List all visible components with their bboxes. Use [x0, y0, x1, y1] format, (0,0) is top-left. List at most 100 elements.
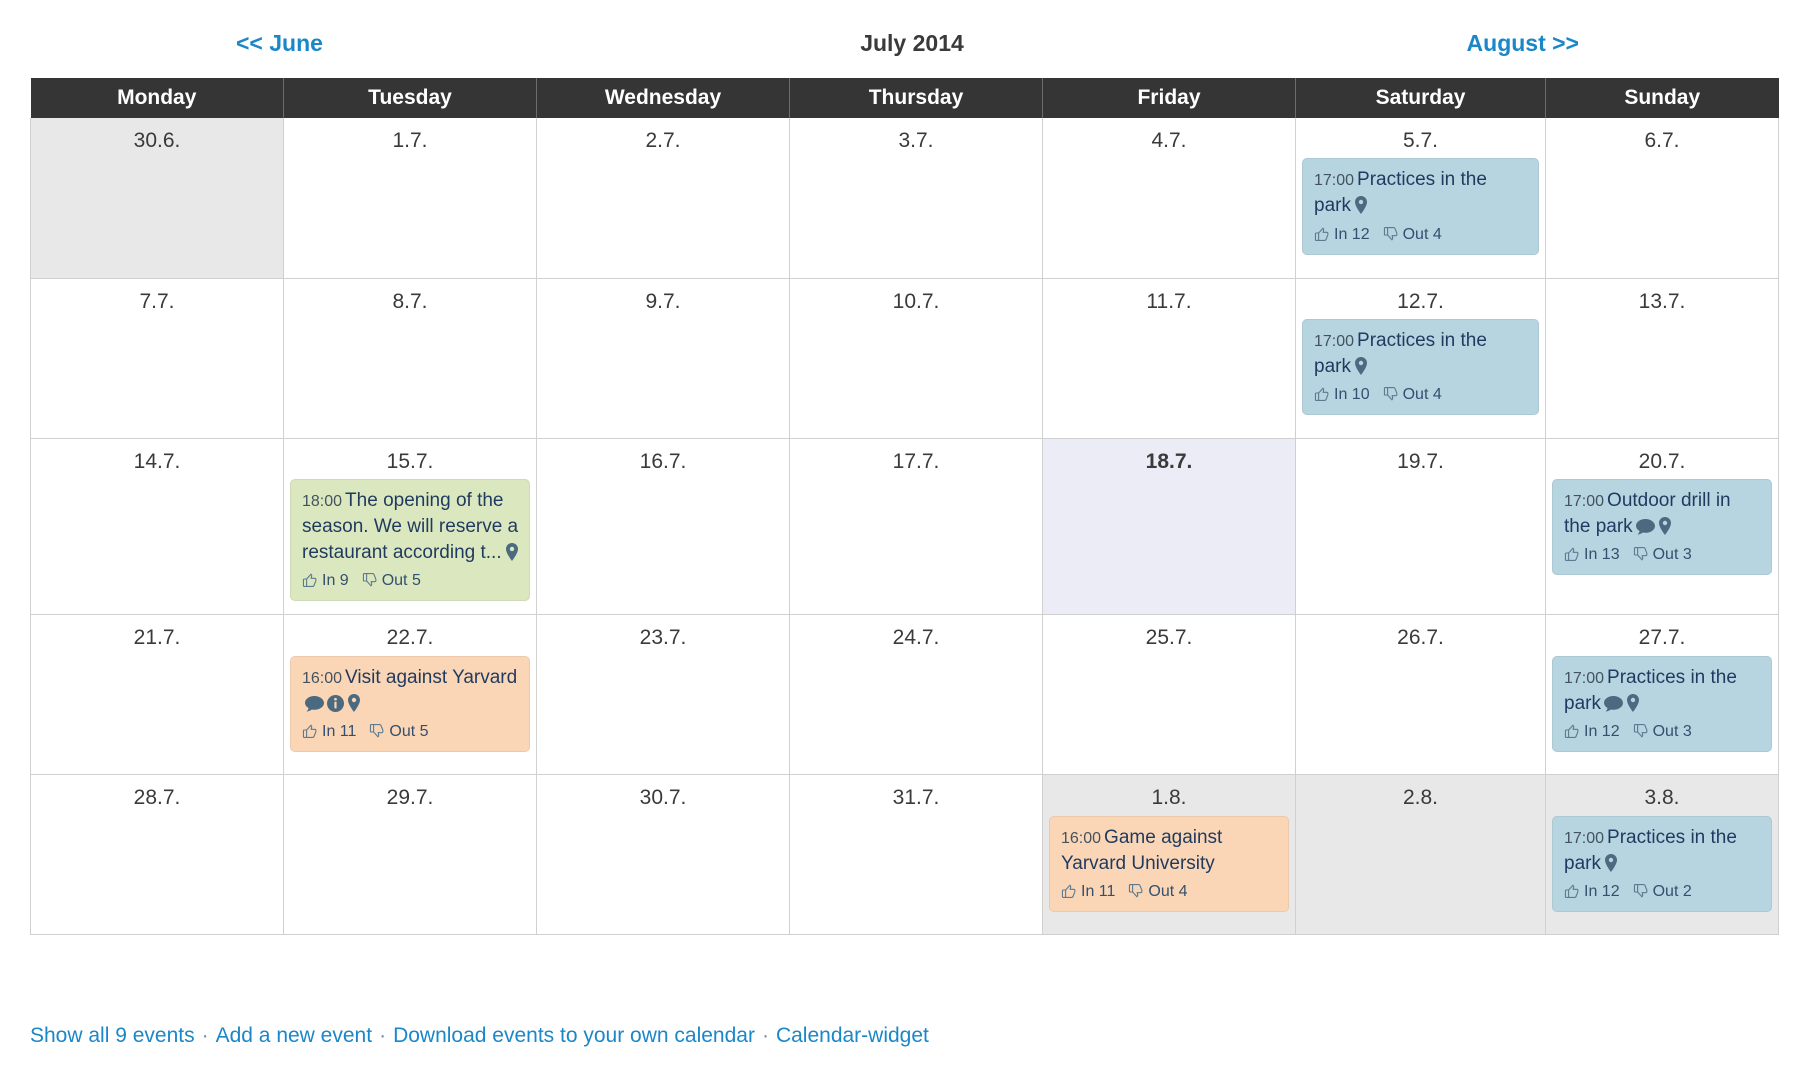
day-cell[interactable]: 26.7.: [1295, 614, 1546, 776]
day-cell[interactable]: 28.7.: [30, 774, 284, 936]
attending-in[interactable]: In 12: [1314, 224, 1370, 246]
day-cell[interactable]: 30.7.: [536, 774, 790, 936]
day-events: [1043, 155, 1295, 166]
thumbs-down-icon: [369, 723, 389, 740]
day-cell[interactable]: 14.7.: [30, 438, 284, 616]
day-cell[interactable]: 21.7.: [30, 614, 284, 776]
event-icons: [1601, 853, 1618, 874]
day-number: 28.7.: [133, 786, 181, 810]
attending-out[interactable]: Out 3: [1633, 544, 1692, 566]
next-month-link[interactable]: August >>: [1467, 30, 1579, 57]
thumbs-up-icon: [1314, 226, 1334, 243]
day-cell[interactable]: 5.7. 17:00 Practices in the park In 12 Out 4: [1295, 118, 1546, 279]
thumbs-up-icon: [1564, 546, 1584, 563]
day-cell[interactable]: 18.7.: [1042, 438, 1296, 616]
day-events: 17:00 Practices in the park In 10 Out 4: [1296, 316, 1545, 429]
day-number: 7.7.: [139, 289, 175, 313]
day-cell[interactable]: 17.7.: [789, 438, 1043, 616]
day-cell[interactable]: 22.7. 16:00 Visit against Yarvard In 11 Out …: [283, 614, 537, 776]
attending-in[interactable]: In 9: [302, 570, 349, 592]
footer-link-3[interactable]: Calendar-widget: [776, 1024, 929, 1047]
weekday-label: Friday: [1137, 86, 1201, 109]
attending-in[interactable]: In 10: [1314, 384, 1370, 406]
day-number: 11.7.: [1146, 289, 1192, 313]
day-cell[interactable]: 13.7.: [1545, 278, 1779, 439]
day-cell[interactable]: 25.7.: [1042, 614, 1296, 776]
day-number: 22.7.: [386, 626, 434, 650]
day-cell[interactable]: 3.8. 17:00 Practices in the park In 12 Out 2: [1545, 774, 1779, 936]
day-cell[interactable]: 15.7. 18:00 The opening of the season. We …: [283, 438, 537, 616]
event-card[interactable]: 16:00 Game against Yarvard University In 1…: [1049, 815, 1289, 913]
day-events: [1296, 813, 1545, 824]
day-cell[interactable]: 20.7. 17:00 Outdoor drill in the park In 13…: [1545, 438, 1779, 616]
event-card[interactable]: 17:00 Outdoor drill in the park In 13 Out 3: [1552, 478, 1772, 576]
thumbs-down-icon: [1383, 226, 1403, 243]
day-number: 2.8.: [1402, 786, 1439, 810]
day-cell[interactable]: 8.7.: [283, 278, 537, 439]
attending-out[interactable]: Out 5: [362, 570, 421, 592]
footer-link-2[interactable]: Download events to your own calendar: [393, 1024, 755, 1047]
footer-link-0[interactable]: Show all 9 events: [30, 1024, 195, 1047]
attending-in[interactable]: In 11: [302, 721, 356, 743]
event-headline: 17:00 Practices in the park: [1564, 825, 1761, 877]
event-icons: [1351, 195, 1368, 216]
day-cell[interactable]: 3.7.: [789, 118, 1043, 279]
day-number: 15.7.: [386, 449, 434, 473]
day-cell[interactable]: 1.7.: [283, 118, 537, 279]
day-events: [31, 813, 283, 824]
attending-in[interactable]: In 12: [1564, 721, 1620, 743]
day-cell[interactable]: 24.7.: [789, 614, 1043, 776]
attending-out[interactable]: Out 3: [1633, 721, 1692, 743]
day-cell[interactable]: 11.7.: [1042, 278, 1296, 439]
day-number: 30.7.: [639, 786, 687, 810]
event-icons: [1633, 516, 1672, 537]
day-cell[interactable]: 23.7.: [536, 614, 790, 776]
event-card[interactable]: 17:00 Practices in the park In 10 Out 4: [1302, 318, 1539, 416]
event-card[interactable]: 17:00 Practices in the park In 12 Out 4: [1302, 158, 1539, 255]
attending-out[interactable]: Out 4: [1383, 224, 1442, 246]
day-number: 17.7.: [892, 449, 940, 473]
week-row: 21.7. 22.7. 16:00 Visit against Yarvard In 1…: [30, 614, 1779, 776]
day-number: 12.7.: [1397, 289, 1444, 313]
event-time: 18:00: [302, 492, 343, 510]
event-attendance: In 12 Out 4: [1314, 224, 1528, 246]
out-count: 3: [1682, 723, 1692, 741]
day-cell[interactable]: 19.7.: [1295, 438, 1546, 616]
day-cell[interactable]: 10.7.: [789, 278, 1043, 439]
attending-in[interactable]: In 12: [1564, 881, 1620, 903]
event-card[interactable]: 16:00 Visit against Yarvard In 11 Out 5: [290, 655, 530, 753]
attending-out[interactable]: Out 4: [1128, 881, 1188, 903]
in-count: 9: [339, 572, 349, 590]
day-cell[interactable]: 1.8. 16:00 Game against Yarvard University…: [1042, 774, 1296, 936]
attending-in[interactable]: In 13: [1564, 544, 1620, 566]
day-cell[interactable]: 16.7.: [536, 438, 790, 616]
day-cell[interactable]: 6.7.: [1545, 118, 1779, 279]
event-card[interactable]: 17:00 Practices in the park In 12 Out 3: [1552, 655, 1772, 753]
event-card[interactable]: 17:00 Practices in the park In 12 Out 2: [1552, 815, 1772, 913]
thumbs-up-icon: [1564, 723, 1584, 740]
day-cell[interactable]: 27.7. 17:00 Practices in the park In 12 Out …: [1545, 614, 1779, 776]
day-cell[interactable]: 7.7.: [30, 278, 284, 439]
event-card[interactable]: 18:00 The opening of the season. We will …: [290, 478, 530, 602]
day-events: [537, 316, 789, 327]
attending-in[interactable]: In 11: [1061, 881, 1115, 903]
day-events: 16:00 Game against Yarvard University In 1…: [1043, 813, 1295, 926]
day-cell[interactable]: 30.6.: [30, 118, 284, 279]
day-cell[interactable]: 29.7.: [283, 774, 537, 936]
day-cell[interactable]: 2.8.: [1295, 774, 1546, 936]
day-cell[interactable]: 2.7.: [536, 118, 790, 279]
attending-out[interactable]: Out 2: [1633, 881, 1692, 903]
day-cell[interactable]: 4.7.: [1042, 118, 1296, 279]
footer-link-1[interactable]: Add a new event: [216, 1024, 372, 1047]
thumbs-down-icon: [1633, 546, 1653, 563]
day-cell[interactable]: 12.7. 17:00 Practices in the park In 10 Out …: [1295, 278, 1546, 439]
day-cell[interactable]: 9.7.: [536, 278, 790, 439]
attending-out[interactable]: Out 4: [1383, 384, 1442, 406]
day-cell[interactable]: 31.7.: [789, 774, 1043, 936]
event-icons: [502, 542, 519, 563]
in-label: In: [1584, 546, 1598, 564]
attending-out[interactable]: Out 5: [369, 721, 429, 743]
day-number: 2.7.: [645, 129, 681, 152]
event-time: 16:00: [302, 669, 343, 687]
day-events: [790, 813, 1042, 824]
